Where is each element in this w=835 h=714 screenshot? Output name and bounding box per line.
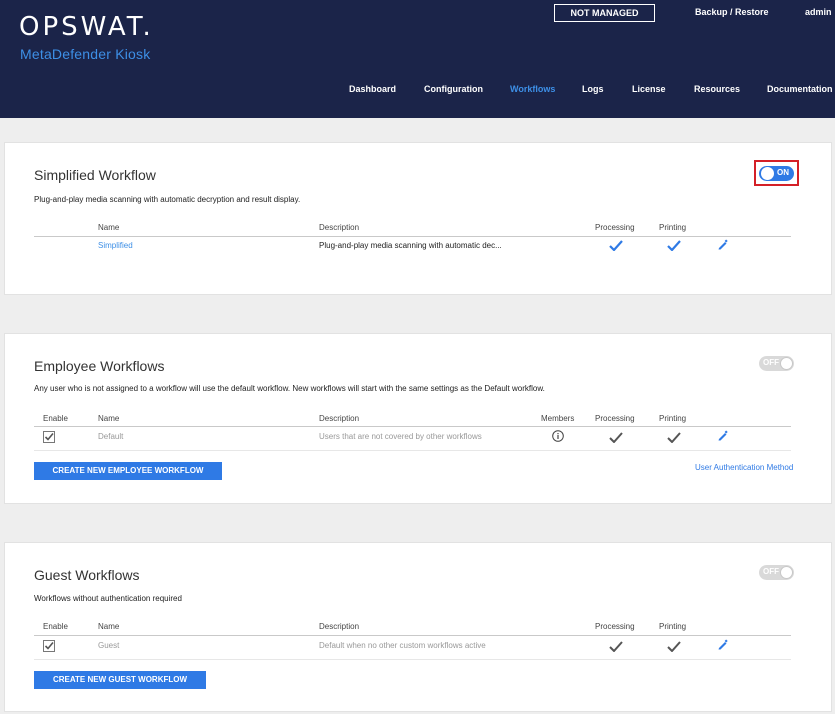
nav-configuration[interactable]: Configuration <box>424 84 483 94</box>
column-header-description: Description <box>319 622 360 631</box>
checkbox-checked-icon[interactable] <box>43 430 55 443</box>
toggle-label: ON <box>777 168 789 177</box>
table-row-divider <box>34 659 791 660</box>
product-name: MetaDefender Kiosk <box>20 46 151 62</box>
guest-workflows-toggle[interactable]: OFF <box>759 565 794 580</box>
table-header-divider <box>34 635 791 636</box>
card-description: Any user who is not assigned to a workfl… <box>34 384 545 393</box>
toggle-label: OFF <box>763 567 779 576</box>
card-title: Guest Workflows <box>34 567 140 583</box>
column-header-description: Description <box>319 223 360 232</box>
nav-workflows[interactable]: Workflows <box>510 84 555 94</box>
table-header-divider <box>34 236 791 237</box>
create-guest-workflow-button[interactable]: CREATE NEW GUEST WORKFLOW <box>34 671 206 689</box>
check-icon <box>667 641 681 652</box>
column-header-printing: Printing <box>659 223 687 232</box>
user-menu[interactable]: admin <box>805 7 832 17</box>
column-header-processing: Processing <box>595 414 635 423</box>
card-description: Plug-and-play media scanning with automa… <box>34 195 301 204</box>
nav-license[interactable]: License <box>632 84 666 94</box>
nav-documentation[interactable]: Documentation <box>767 84 833 94</box>
workflow-name[interactable]: Guest <box>98 641 119 650</box>
employee-workflows-toggle[interactable]: OFF <box>759 356 794 371</box>
column-header-name: Name <box>98 223 120 232</box>
guest-workflows-card: Guest Workflows Workflows without authen… <box>4 542 832 712</box>
column-header-enable: Enable <box>43 622 68 631</box>
management-status-badge: NOT MANAGED <box>554 4 655 22</box>
checkbox-checked-icon[interactable] <box>43 639 55 652</box>
workflow-description: Users that are not covered by other work… <box>319 432 482 441</box>
toggle-knob <box>780 357 793 370</box>
column-header-printing: Printing <box>659 622 687 631</box>
column-header-printing: Printing <box>659 414 687 423</box>
column-header-name: Name <box>98 414 120 423</box>
nav-resources[interactable]: Resources <box>694 84 740 94</box>
employee-workflows-card: Employee Workflows Any user who is not a… <box>4 333 832 504</box>
toggle-knob <box>780 566 793 579</box>
opswat-logo: OPSWAT. <box>19 12 154 42</box>
check-icon <box>667 240 681 251</box>
simplified-workflow-toggle[interactable]: ON <box>759 166 794 181</box>
edit-pencil-icon[interactable] <box>717 430 728 441</box>
check-icon <box>609 641 623 652</box>
workflow-description: Default when no other custom workflows a… <box>319 641 486 650</box>
card-description: Workflows without authentication require… <box>34 594 182 603</box>
create-employee-workflow-button[interactable]: CREATE NEW EMPLOYEE WORKFLOW <box>34 462 222 480</box>
workflow-description: Plug-and-play media scanning with automa… <box>319 241 502 250</box>
edit-pencil-icon[interactable] <box>717 239 728 250</box>
check-icon <box>609 432 623 443</box>
workflow-name-link[interactable]: Simplified <box>98 241 133 250</box>
column-header-processing: Processing <box>595 622 635 631</box>
card-title: Simplified Workflow <box>34 167 156 183</box>
check-icon <box>609 240 623 251</box>
nav-dashboard[interactable]: Dashboard <box>349 84 396 94</box>
column-header-processing: Processing <box>595 223 635 232</box>
card-title: Employee Workflows <box>34 358 165 374</box>
column-header-members: Members <box>541 414 575 423</box>
app-header: OPSWAT. MetaDefender Kiosk NOT MANAGED B… <box>0 0 835 118</box>
toggle-label: OFF <box>763 358 779 367</box>
workflow-name[interactable]: Default <box>98 432 123 441</box>
column-header-description: Description <box>319 414 360 423</box>
info-icon[interactable] <box>552 430 564 442</box>
edit-pencil-icon[interactable] <box>717 639 728 650</box>
simplified-workflow-card: Simplified Workflow Plug-and-play media … <box>4 142 832 295</box>
column-header-name: Name <box>98 622 120 631</box>
column-header-enable: Enable <box>43 414 68 423</box>
table-row-divider <box>34 450 791 451</box>
check-icon <box>667 432 681 443</box>
user-authentication-method-link[interactable]: User Authentication Method <box>695 463 793 472</box>
backup-restore-link[interactable]: Backup / Restore <box>695 7 769 17</box>
toggle-knob <box>761 167 774 180</box>
nav-logs[interactable]: Logs <box>582 84 604 94</box>
table-header-divider <box>34 426 791 427</box>
